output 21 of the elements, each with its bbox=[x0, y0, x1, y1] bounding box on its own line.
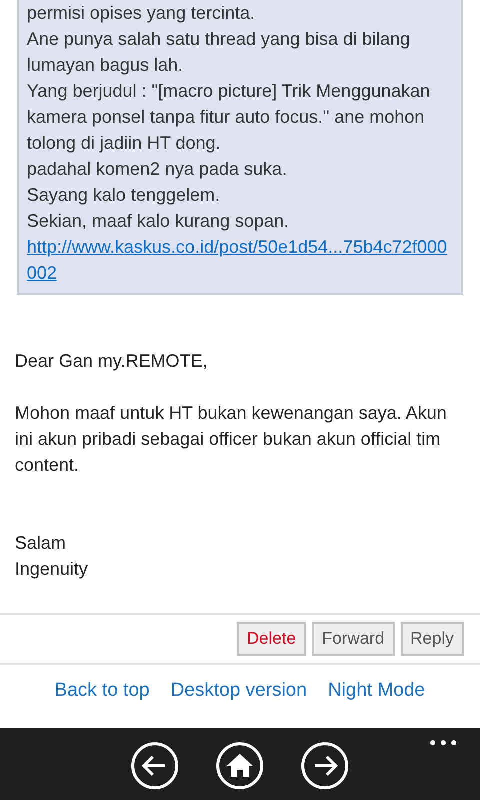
quote-text: Yang berjudul : "[macro picture] Trik Menggunakan kamera ponsel tanpa fitur auto focus." ane mohon tolong di jadiin HT dong. bbox=[27, 80, 432, 155]
greeting-text: Dear Gan my.REMOTE, bbox=[15, 350, 209, 373]
quote-text: Ane punya salah satu thread yang bisa di bilang lumayan bagus lah. bbox=[27, 28, 412, 77]
quote-text: permisi opises yang tercinta. bbox=[27, 2, 256, 25]
quote-text: Sayang kalo tenggelem. bbox=[27, 184, 222, 207]
delete-button[interactable]: Delete bbox=[237, 622, 306, 656]
quote-text: Sekian, maaf kalo kurang sopan. bbox=[27, 210, 290, 233]
post-link[interactable]: http://www.kaskus.co.id/post/50e1d54...75b4c72f000002 bbox=[27, 234, 449, 286]
footer-link[interactable]: Back to top bbox=[54, 677, 150, 706]
more-icon[interactable] bbox=[430, 740, 457, 746]
action-button[interactable]: Forward bbox=[312, 622, 395, 656]
action-button[interactable]: Reply bbox=[400, 622, 464, 656]
home-button[interactable] bbox=[216, 742, 264, 790]
forward-button[interactable] bbox=[301, 742, 349, 790]
footer-link[interactable]: Night Mode bbox=[328, 677, 426, 706]
quote-text: padahal komen2 nya pada suka. bbox=[27, 158, 288, 181]
footer-link[interactable]: Desktop version bbox=[170, 677, 308, 706]
closing-text: Salam bbox=[15, 532, 68, 555]
message-text: Mohon maaf untuk HT bukan kewenangan saya. Akun ini akun pribadi sebagai officer bukan akun official tim content. bbox=[15, 402, 448, 477]
back-button[interactable] bbox=[131, 742, 179, 790]
signature-text: Ingenuity bbox=[15, 558, 90, 581]
